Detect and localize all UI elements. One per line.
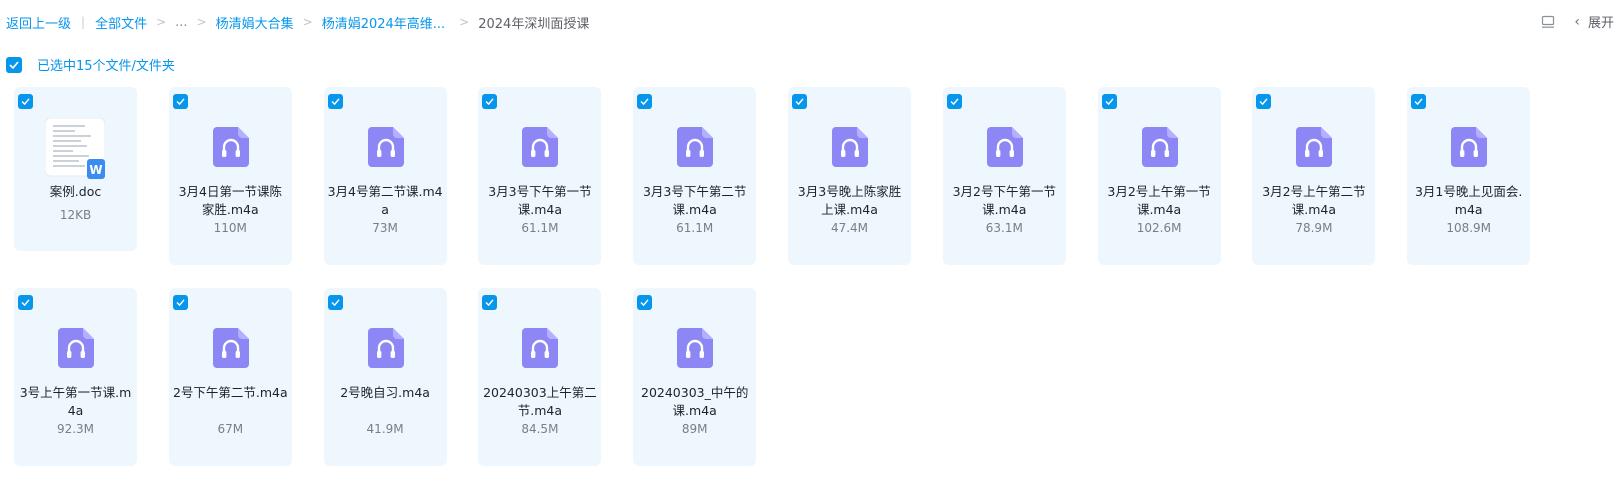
- audio-file-icon: [1296, 127, 1333, 167]
- breadcrumb-folder-1[interactable]: 杨清娟大合集: [216, 13, 294, 32]
- audio-file-icon: [367, 127, 404, 167]
- file-card[interactable]: 3月4日第一节课陈家胜.m4a 110M: [168, 87, 292, 265]
- file-size: 41.9M: [366, 422, 404, 436]
- file-card[interactable]: 20240303_中午的课.m4a 89M: [633, 288, 757, 466]
- file-checkbox[interactable]: [482, 94, 498, 109]
- file-name: 案例.doc: [49, 184, 102, 199]
- audio-file-icon: [522, 328, 559, 368]
- back-link[interactable]: 返回上一级: [6, 13, 71, 32]
- audio-file-icon: [832, 127, 868, 167]
- audio-file-icon: [367, 328, 404, 368]
- file-name: 3月4日第一节课陈家胜.m4a: [178, 184, 282, 217]
- file-checkbox[interactable]: [792, 94, 807, 109]
- file-checkbox[interactable]: [327, 94, 343, 109]
- audio-file-icon: [677, 127, 714, 167]
- file-checkbox[interactable]: [637, 295, 653, 310]
- file-size: 67M: [217, 422, 244, 436]
- file-name: 3月4号第二节课.m4a: [327, 184, 443, 217]
- file-name: 20240303_中午的课.m4a: [641, 385, 749, 418]
- audio-file-icon: [522, 127, 559, 167]
- view-mode-icon[interactable]: [1540, 14, 1556, 30]
- file-checkbox[interactable]: [946, 94, 962, 109]
- audio-file-icon: [1451, 127, 1488, 167]
- audio-file-icon: [1141, 127, 1178, 167]
- file-name: 3月2号上午第二节课.m4a: [1262, 184, 1366, 217]
- file-card[interactable]: 2号下午第二节.m4a 67M: [168, 288, 292, 466]
- audio-file-icon: [212, 328, 249, 368]
- chevron-right-icon: >: [156, 15, 167, 29]
- audio-file-icon: [986, 127, 1023, 167]
- selection-count-label: 已选中15个文件/文件夹: [37, 59, 175, 74]
- file-checkbox[interactable]: [172, 295, 188, 310]
- chevron-right-icon: >: [196, 15, 207, 29]
- chevron-right-icon: >: [302, 15, 313, 29]
- file-name: 3月2号下午第一节课.m4a: [952, 184, 1056, 217]
- file-card[interactable]: 2号晚自习.m4a 41.9M: [323, 288, 447, 466]
- file-card[interactable]: 3月1号晚上见面会.m4a 108.9M: [1407, 87, 1531, 265]
- file-size: 108.9M: [1446, 221, 1492, 235]
- chevron-left-icon: ‹: [1574, 13, 1580, 30]
- expand-button[interactable]: ‹ 展开: [1574, 12, 1614, 32]
- breadcrumb: 返回上一级 | 全部文件 > ... > 杨清娟大合集 > 杨清娟2024年高维…: [6, 12, 589, 32]
- file-card[interactable]: 3月3号下午第一节课.m4a 61.1M: [478, 87, 602, 265]
- view-controls: ‹ 展开: [1540, 12, 1614, 31]
- file-card[interactable]: 3号上午第一节课.m4a 92.3M: [14, 288, 137, 466]
- chevron-right-icon: >: [459, 15, 470, 29]
- file-card[interactable]: 3月2号上午第一节课.m4a 102.6M: [1097, 87, 1221, 265]
- file-size: 61.1M: [676, 221, 714, 235]
- svg-text:W: W: [89, 163, 102, 177]
- check-icon: [9, 60, 19, 69]
- breadcrumb-all-files[interactable]: 全部文件: [95, 13, 147, 32]
- selection-row: 已选中15个文件/文件夹: [6, 55, 175, 74]
- audio-file-icon: [212, 127, 249, 167]
- file-name: 3月3号晚上陈家胜上课.m4a: [797, 184, 902, 217]
- file-size: 47.4M: [830, 221, 869, 235]
- file-checkbox[interactable]: [1256, 94, 1272, 109]
- file-card[interactable]: 3月2号下午第一节课.m4a 63.1M: [942, 87, 1066, 265]
- audio-file-icon: [677, 328, 714, 368]
- expand-label: 展开: [1587, 16, 1614, 31]
- file-name: 3月3号下午第一节课.m4a: [488, 184, 592, 217]
- file-size: 89M: [681, 422, 708, 436]
- file-checkbox[interactable]: [18, 295, 33, 310]
- breadcrumb-ellipsis[interactable]: ...: [175, 15, 187, 30]
- file-card[interactable]: 3月3号晚上陈家胜上课.m4a 47.4M: [788, 87, 911, 265]
- file-size: 73M: [372, 221, 398, 235]
- breadcrumb-bar: 返回上一级 | 全部文件 > ... > 杨清娟大合集 > 杨清娟2024年高维…: [0, 0, 1622, 44]
- file-checkbox[interactable]: [18, 94, 33, 109]
- breadcrumb-folder-2[interactable]: 杨清娟2024年高维...: [322, 13, 445, 32]
- file-checkbox[interactable]: [1411, 94, 1427, 109]
- file-checkbox[interactable]: [172, 94, 188, 109]
- file-checkbox[interactable]: [1101, 94, 1117, 109]
- file-size: 61.1M: [521, 221, 559, 235]
- select-all-checkbox[interactable]: [6, 56, 22, 73]
- file-name: 2号下午第二节.m4a: [172, 385, 288, 400]
- word-doc-icon: W: [44, 117, 106, 180]
- file-checkbox[interactable]: [637, 94, 653, 109]
- breadcrumb-divider: |: [81, 15, 86, 29]
- file-card[interactable]: 3月4号第二节课.m4a 73M: [323, 87, 447, 265]
- file-name: 3月1号晚上见面会.m4a: [1414, 184, 1523, 217]
- file-card[interactable]: 3月3号下午第二节课.m4a 61.1M: [633, 87, 757, 265]
- breadcrumb-current: 2024年深圳面授课: [478, 16, 590, 32]
- file-size: 12KB: [59, 208, 92, 222]
- file-name: 3号上午第一节课.m4a: [19, 385, 132, 418]
- file-name: 3月3号下午第二节课.m4a: [642, 184, 747, 217]
- file-card[interactable]: 3月2号上午第二节课.m4a 78.9M: [1252, 87, 1376, 265]
- file-name: 20240303上午第二节.m4a: [483, 385, 597, 418]
- file-name: 3月2号上午第一节课.m4a: [1107, 184, 1211, 217]
- file-card[interactable]: W 案例.doc 12KB: [14, 87, 137, 251]
- file-size: 84.5M: [521, 422, 559, 436]
- file-card[interactable]: 20240303上午第二节.m4a 84.5M: [478, 288, 602, 466]
- file-checkbox[interactable]: [327, 295, 343, 310]
- file-size: 102.6M: [1136, 221, 1182, 235]
- file-checkbox[interactable]: [482, 295, 498, 310]
- file-size: 78.9M: [1295, 221, 1333, 235]
- audio-file-icon: [58, 328, 94, 368]
- file-size: 63.1M: [985, 221, 1023, 235]
- file-size: 110M: [213, 221, 247, 235]
- file-size: 92.3M: [56, 422, 95, 436]
- file-name: 2号晚自习.m4a: [340, 385, 430, 400]
